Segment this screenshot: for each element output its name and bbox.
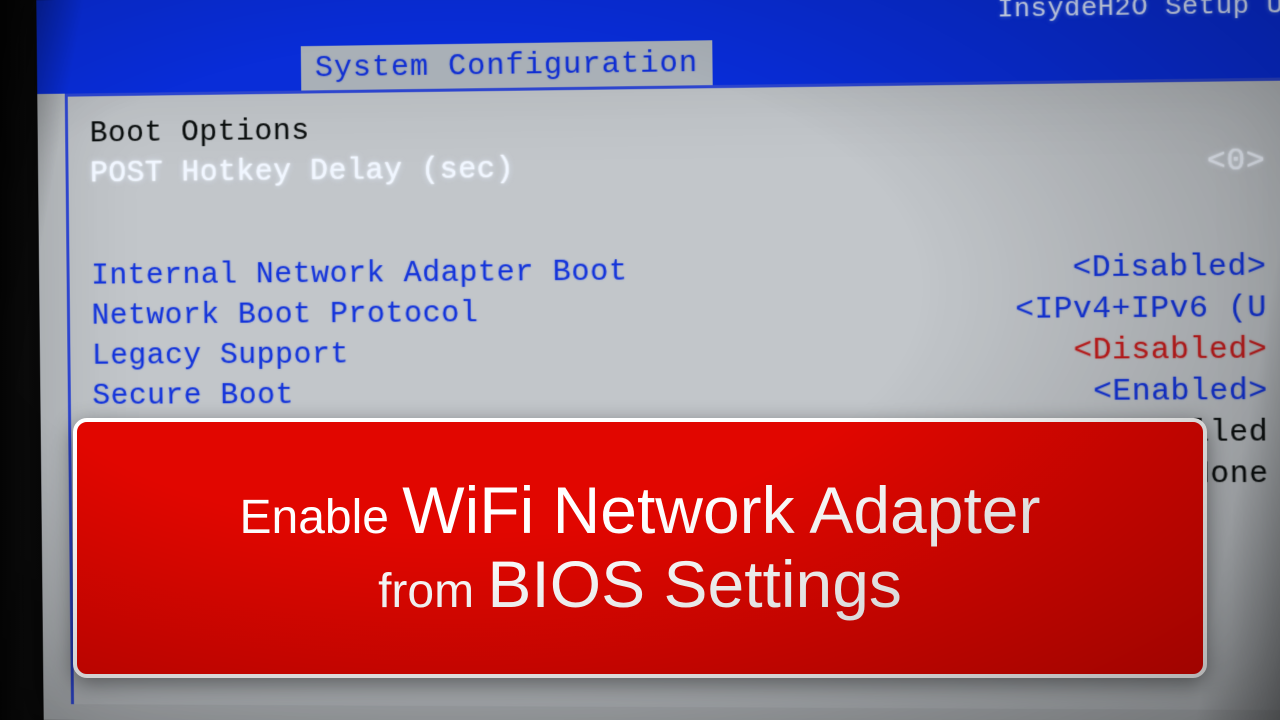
label-boot-options: Boot Options — [90, 112, 310, 155]
value-secure-boot: <Enabled> — [1093, 371, 1268, 413]
value-network-boot-protocol: <IPv4+IPv6 (U — [1015, 288, 1267, 331]
banner-line-1: Enable WiFi Network Adapter — [240, 474, 1041, 548]
bios-title-text: InsydeH2O Setup Ut — [997, 0, 1280, 25]
tab-label: System Configuration — [315, 47, 699, 87]
label-post-hotkey-delay: POST Hotkey Delay (sec) — [90, 150, 514, 195]
banner-text-from: from — [378, 565, 487, 618]
overlay-banner: Enable WiFi Network Adapter from BIOS Se… — [73, 418, 1207, 678]
row-legacy-support[interactable]: Legacy Support <Disabled> — [92, 330, 1268, 377]
banner-text-wifi-network-adapter: WiFi Network Adapter — [402, 473, 1040, 547]
banner-text-enable: Enable — [240, 491, 403, 544]
value-post-hotkey-delay: <0> — [1207, 141, 1266, 183]
label-internal-network-adapter-boot: Internal Network Adapter Boot — [91, 252, 628, 297]
row-network-boot-protocol[interactable]: Network Boot Protocol <IPv4+IPv6 (U — [91, 288, 1267, 337]
value-legacy-support: <Disabled> — [1073, 330, 1267, 372]
row-secure-boot[interactable]: Secure Boot <Enabled> — [92, 371, 1268, 417]
label-legacy-support: Legacy Support — [92, 335, 349, 377]
banner-text-bios-settings: BIOS Settings — [487, 547, 902, 621]
tab-system-configuration[interactable]: System Configuration — [299, 38, 715, 90]
label-network-boot-protocol: Network Boot Protocol — [91, 294, 478, 337]
banner-line-2: from BIOS Settings — [378, 548, 902, 622]
photo-frame: InsydeH2O Setup Ut System Configuration … — [0, 0, 1280, 720]
label-secure-boot: Secure Boot — [92, 376, 294, 417]
value-internal-network-adapter-boot: <Disabled> — [1072, 247, 1266, 290]
spacer — [90, 182, 1266, 256]
